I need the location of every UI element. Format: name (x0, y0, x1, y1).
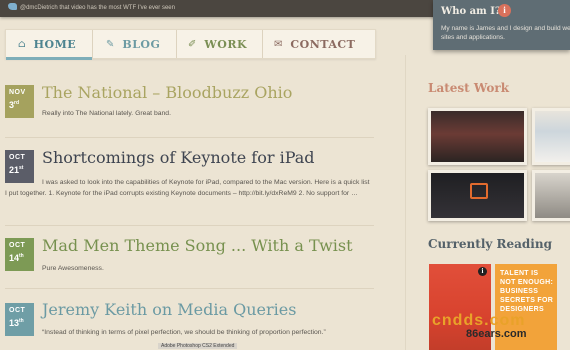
nav-contact[interactable]: ✉ CONTACT (274, 30, 355, 58)
post-divider (5, 288, 374, 289)
home-icon: ⌂ (18, 38, 26, 50)
post-excerpt: I was asked to look into the capabilitie… (5, 179, 370, 197)
about-title: Who am I? (441, 6, 501, 17)
latest-work-heading: Latest Work (428, 81, 510, 95)
date-month: NOV (9, 89, 26, 96)
post-divider (5, 137, 374, 138)
work-thumbnail[interactable] (428, 170, 527, 221)
post-title[interactable]: Shortcomings of Keynote for iPad (42, 148, 315, 167)
post-excerpt: Pure Awesomeness. (42, 265, 104, 272)
work-thumbnail[interactable] (532, 170, 570, 221)
column-divider (405, 55, 406, 350)
status-label: Adobe Photoshop CS2 Extended (158, 343, 238, 349)
post-title[interactable]: Mad Men Theme Song ... With a Twist (42, 236, 353, 255)
orange-logo-icon (470, 183, 488, 199)
post-excerpt: Really into The National lately. Great b… (42, 110, 171, 117)
nav-blog[interactable]: ✎ BLOG (106, 30, 160, 58)
twitter-bird-icon (8, 3, 17, 10)
post-excerpt: “Instead of thinking in terms of pixel p… (42, 329, 326, 336)
info-icon[interactable]: i (498, 4, 511, 17)
nav-divider (92, 30, 93, 58)
nav-blog-label: BLOG (122, 37, 161, 51)
info-icon: i (478, 267, 487, 276)
nav-home-label: HOME (33, 37, 77, 51)
date-badge: OCT 14th (5, 238, 34, 271)
date-month: OCT (9, 154, 26, 161)
date-day: 14th (9, 253, 24, 263)
date-day: 3rd (9, 100, 20, 110)
nav-work-label: WORK (204, 37, 248, 51)
about-text: My name is James and I design and build … (441, 25, 570, 41)
latest-tweet[interactable]: @dmcDietrich that video has the most WTF… (8, 3, 175, 11)
about-panel: Who am I? i My name is James and I desig… (433, 0, 570, 50)
nav-contact-label: CONTACT (290, 37, 356, 51)
currently-reading-heading: Currently Reading (428, 237, 552, 251)
post-title[interactable]: Jeremy Keith on Media Queries (42, 300, 296, 319)
active-tab-indicator (6, 57, 92, 60)
date-day: 21st (9, 165, 24, 175)
brush-icon: ✐ (188, 38, 197, 50)
nav-divider (262, 30, 263, 58)
watermark-sub: 86ears.com (466, 328, 527, 340)
date-badge: NOV 3rd (5, 85, 34, 118)
post-title[interactable]: The National – Bloodbuzz Ohio (42, 83, 292, 102)
work-thumbnail[interactable] (532, 108, 570, 165)
work-thumbnail[interactable] (428, 108, 527, 165)
nav-work[interactable]: ✐ WORK (188, 30, 247, 58)
main-nav: ⌂ HOME ✎ BLOG ✐ WORK ✉ CONTACT (5, 29, 376, 60)
envelope-icon: ✉ (274, 38, 283, 50)
book-title: TALENT IS NOT ENOUGH: BUSINESS SECRETS F… (500, 270, 554, 313)
tweet-text: @dmcDietrich that video has the most WTF… (20, 5, 175, 11)
date-month: OCT (9, 242, 26, 249)
nav-home[interactable]: ⌂ HOME (18, 30, 76, 58)
date-month: OCT (9, 307, 26, 314)
post-divider (5, 225, 374, 226)
pencil-icon: ✎ (106, 38, 115, 50)
nav-divider (176, 30, 177, 58)
